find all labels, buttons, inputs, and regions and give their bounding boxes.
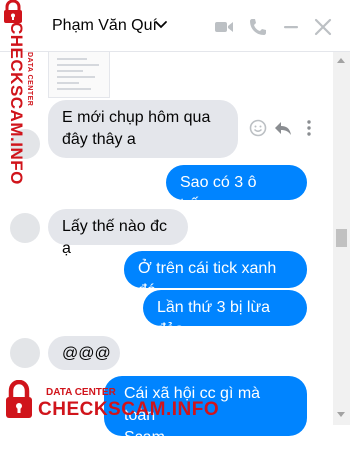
chevron-down-icon[interactable] <box>154 18 168 32</box>
message-line: Scam <box>124 429 165 446</box>
lock-logo-icon <box>6 380 32 418</box>
lock-logo-icon <box>4 0 22 23</box>
scroll-down-arrow-icon[interactable] <box>337 412 345 417</box>
phone-call-icon[interactable] <box>248 17 268 37</box>
message-outgoing[interactable]: Ở trên cái tick xanh đó <box>124 251 307 299</box>
message-line: E mới chụp hôm qua <box>62 109 211 126</box>
reply-icon[interactable] <box>273 118 293 138</box>
avatar[interactable] <box>10 213 40 243</box>
minimize-icon[interactable] <box>281 17 301 37</box>
scrollbar-thumb[interactable] <box>336 229 347 247</box>
message-line: đây thây a <box>62 131 136 148</box>
message-incoming[interactable]: Lấy thế nào đc ạ <box>48 209 188 257</box>
message-outgoing[interactable]: Lần thứ 3 bị lừa đảo <box>143 290 307 338</box>
watermark-brand: CHECKSCAM.INFO <box>7 22 26 185</box>
message-incoming[interactable]: E mới chụp hôm qua đây thây a <box>48 100 238 158</box>
image-attachment[interactable] <box>48 52 110 98</box>
contact-name[interactable]: Phạm Văn Quí <box>52 17 157 35</box>
more-options-icon[interactable] <box>299 118 319 138</box>
watermark-tag: DATA CENTER <box>26 52 33 107</box>
watermark-tag: DATA CENTER <box>46 387 116 398</box>
scroll-up-arrow-icon[interactable] <box>337 58 345 63</box>
avatar[interactable] <box>10 338 40 368</box>
close-icon[interactable] <box>313 17 333 37</box>
message-outgoing[interactable]: Sao có 3 ô trống <box>166 165 307 213</box>
video-call-icon[interactable] <box>214 17 234 37</box>
message-incoming[interactable]: @@@ <box>48 336 120 370</box>
watermark-brand: CHECKSCAM.INFO <box>38 399 220 420</box>
chat-header: Phạm Văn Quí <box>0 0 350 52</box>
react-icon[interactable] <box>248 118 268 138</box>
